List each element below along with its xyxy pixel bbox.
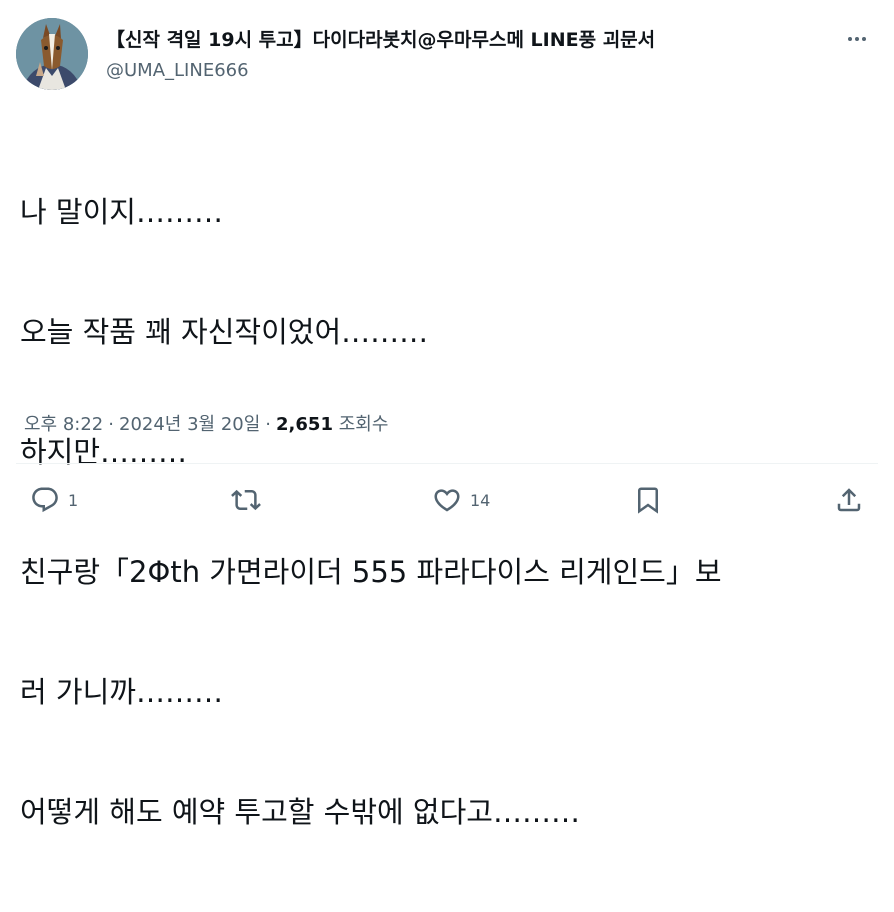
tweet-line: 나 말이지……… (20, 195, 223, 229)
reply-count: 1 (68, 490, 79, 510)
reply-button[interactable]: 1 (30, 478, 78, 522)
divider (16, 463, 878, 464)
views-label: 조회수 (338, 414, 389, 435)
share-button[interactable] (834, 478, 864, 522)
more-options-button[interactable] (840, 22, 874, 56)
tweet-meta: 오후 8:22 · 2024년 3월 20일 · 2,651 조회수 (24, 413, 388, 437)
horse-avatar-icon (16, 18, 88, 90)
action-bar: 1 14 (0, 478, 894, 522)
tweet-header: 【신작 격일 19시 투고】다이다라봇치@우마무스메 LINE풍 괴문서 @UM… (16, 18, 878, 94)
tweet-card: 【신작 격일 19시 투고】다이다라봇치@우마무스메 LINE풍 괴문서 @UM… (0, 0, 894, 829)
post-date[interactable]: 2024년 3월 20일 (119, 414, 260, 435)
tweet-line: 친구랑「2Φth 가면라이더 555 파라다이스 리게인드」보 (20, 555, 722, 589)
more-horizontal-icon (848, 37, 866, 41)
share-icon (837, 488, 861, 512)
retweet-button[interactable] (231, 478, 269, 522)
tweet-line: 어떻게 해도 예약 투고할 수밖에 없다고……… (20, 795, 580, 829)
bookmark-button[interactable] (633, 478, 663, 522)
tweet-line: 하지만……… (20, 435, 188, 469)
bookmark-icon (638, 487, 658, 514)
avatar[interactable] (16, 18, 88, 90)
post-time[interactable]: 오후 8:22 (24, 414, 103, 435)
heart-icon (434, 489, 460, 512)
author-names: 【신작 격일 19시 투고】다이다라봇치@우마무스메 LINE풍 괴문서 @UM… (106, 28, 655, 82)
tweet-line: 오늘 작품 꽤 자신작이었어……… (20, 315, 429, 349)
retweet-icon (231, 489, 261, 511)
reply-icon (32, 487, 58, 513)
meta-separator: · (108, 414, 114, 435)
like-count: 14 (470, 490, 491, 510)
like-button[interactable]: 14 (432, 478, 490, 522)
views-count: 2,651 (276, 414, 333, 435)
tweet-line: 러 가니까……… (20, 675, 223, 709)
display-name[interactable]: 【신작 격일 19시 투고】다이다라봇치@우마무스메 LINE풍 괴문서 (106, 28, 655, 52)
meta-separator: · (265, 414, 272, 435)
user-handle[interactable]: @UMA_LINE666 (106, 60, 655, 82)
